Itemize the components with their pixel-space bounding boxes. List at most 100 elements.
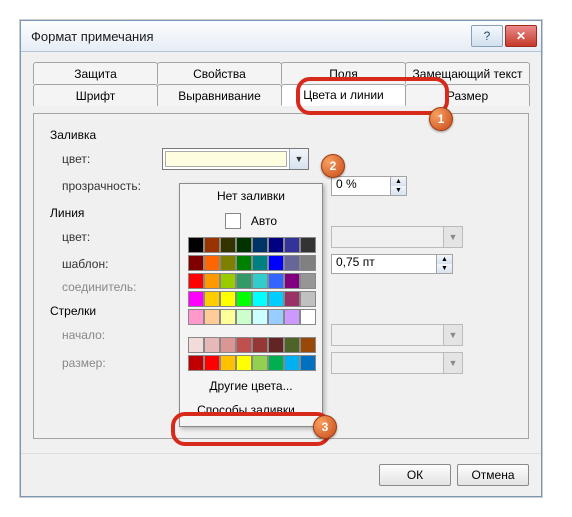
- color-swatch[interactable]: [252, 337, 268, 353]
- color-swatch[interactable]: [268, 255, 284, 271]
- color-swatch[interactable]: [188, 255, 204, 271]
- fill-color-label: цвет:: [62, 152, 162, 166]
- tab-protection[interactable]: Защита: [33, 62, 158, 84]
- chevron-down-icon: ▼: [443, 227, 462, 247]
- dialog-title: Формат примечания: [31, 29, 471, 44]
- color-swatch[interactable]: [300, 291, 316, 307]
- color-swatch[interactable]: [188, 237, 204, 253]
- color-swatch[interactable]: [268, 273, 284, 289]
- spin-up-icon[interactable]: ▲: [437, 255, 452, 264]
- fill-section-title: Заливка: [50, 128, 512, 142]
- help-button[interactable]: ?: [471, 25, 503, 47]
- color-swatch[interactable]: [284, 355, 300, 371]
- color-swatch[interactable]: [300, 237, 316, 253]
- color-swatch[interactable]: [252, 255, 268, 271]
- tab-margins[interactable]: Поля: [281, 62, 406, 84]
- color-swatch[interactable]: [252, 309, 268, 325]
- spin-down-icon[interactable]: ▼: [437, 264, 452, 273]
- arrow-end-size-combo: ▼: [331, 352, 463, 374]
- spin-down-icon[interactable]: ▼: [391, 186, 406, 195]
- color-swatch[interactable]: [204, 355, 220, 371]
- color-swatch[interactable]: [268, 291, 284, 307]
- close-icon: ✕: [516, 29, 526, 43]
- color-swatch[interactable]: [204, 255, 220, 271]
- ok-button[interactable]: ОК: [379, 464, 451, 486]
- color-swatch[interactable]: [300, 273, 316, 289]
- chevron-down-icon: ▼: [289, 149, 308, 169]
- color-swatch[interactable]: [252, 237, 268, 253]
- color-swatch[interactable]: [188, 291, 204, 307]
- color-swatch[interactable]: [204, 237, 220, 253]
- fill-effects-option[interactable]: Способы заливки...: [180, 398, 322, 422]
- color-swatch[interactable]: [220, 355, 236, 371]
- tab-properties[interactable]: Свойства: [157, 62, 282, 84]
- color-swatch[interactable]: [220, 291, 236, 307]
- arrow-size-label: размер:: [62, 356, 162, 370]
- color-swatch[interactable]: [284, 291, 300, 307]
- color-swatch[interactable]: [220, 337, 236, 353]
- recent-color-grid: [180, 334, 322, 374]
- color-swatch[interactable]: [220, 309, 236, 325]
- tab-colors-lines[interactable]: Цвета и линии: [281, 84, 406, 106]
- color-swatch[interactable]: [284, 309, 300, 325]
- color-swatch[interactable]: [236, 355, 252, 371]
- color-swatch[interactable]: [268, 309, 284, 325]
- arrow-begin-label: начало:: [62, 328, 162, 342]
- theme-color-grid: [180, 234, 322, 328]
- color-swatch[interactable]: [252, 273, 268, 289]
- tab-alt-text[interactable]: Замещающий текст: [405, 62, 530, 84]
- close-button[interactable]: ✕: [505, 25, 537, 47]
- color-swatch[interactable]: [300, 355, 316, 371]
- color-swatch[interactable]: [236, 255, 252, 271]
- color-swatch[interactable]: [188, 273, 204, 289]
- color-swatch[interactable]: [284, 337, 300, 353]
- cancel-button[interactable]: Отмена: [457, 464, 529, 486]
- color-swatch[interactable]: [284, 237, 300, 253]
- fill-color-swatch: [165, 151, 287, 167]
- color-swatch[interactable]: [188, 337, 204, 353]
- auto-color-option[interactable]: Авто: [180, 208, 322, 234]
- arrow-end-combo: ▼: [331, 324, 463, 346]
- color-swatch[interactable]: [300, 309, 316, 325]
- no-fill-option[interactable]: Нет заливки: [180, 184, 322, 208]
- color-swatch[interactable]: [284, 255, 300, 271]
- color-swatch[interactable]: [268, 237, 284, 253]
- color-swatch[interactable]: [188, 355, 204, 371]
- color-swatch[interactable]: [204, 309, 220, 325]
- color-swatch[interactable]: [236, 337, 252, 353]
- color-swatch[interactable]: [300, 337, 316, 353]
- fill-color-combo[interactable]: ▼: [162, 148, 309, 170]
- color-swatch[interactable]: [220, 237, 236, 253]
- chevron-down-icon: ▼: [443, 325, 462, 345]
- tab-size[interactable]: Размер: [405, 84, 530, 106]
- color-swatch[interactable]: [188, 309, 204, 325]
- color-swatch[interactable]: [300, 255, 316, 271]
- color-swatch[interactable]: [220, 255, 236, 271]
- color-swatch[interactable]: [284, 273, 300, 289]
- auto-swatch-icon: [225, 213, 241, 229]
- color-swatch[interactable]: [236, 237, 252, 253]
- color-swatch[interactable]: [236, 273, 252, 289]
- color-swatch[interactable]: [204, 291, 220, 307]
- color-swatch[interactable]: [220, 273, 236, 289]
- color-swatch[interactable]: [252, 355, 268, 371]
- connector-label: соединитель:: [62, 280, 162, 294]
- transparency-input[interactable]: 0 %: [331, 176, 391, 196]
- color-swatch[interactable]: [236, 309, 252, 325]
- color-swatch[interactable]: [268, 355, 284, 371]
- color-picker-popup: Нет заливки Авто Другие цвета... Способы…: [179, 183, 323, 427]
- format-comment-dialog: Формат примечания ? ✕ Защита Свойства По…: [20, 20, 542, 497]
- chevron-down-icon: ▼: [443, 353, 462, 373]
- color-swatch[interactable]: [268, 337, 284, 353]
- line-weight-input[interactable]: 0,75 пт: [331, 254, 437, 274]
- more-colors-option[interactable]: Другие цвета...: [180, 374, 322, 398]
- tab-alignment[interactable]: Выравнивание: [157, 84, 282, 106]
- line-style-combo[interactable]: ▼: [331, 226, 463, 248]
- tab-font[interactable]: Шрифт: [33, 84, 158, 106]
- color-swatch[interactable]: [252, 291, 268, 307]
- color-swatch[interactable]: [236, 291, 252, 307]
- line-color-label: цвет:: [62, 230, 162, 244]
- spin-up-icon[interactable]: ▲: [391, 177, 406, 186]
- color-swatch[interactable]: [204, 337, 220, 353]
- color-swatch[interactable]: [204, 273, 220, 289]
